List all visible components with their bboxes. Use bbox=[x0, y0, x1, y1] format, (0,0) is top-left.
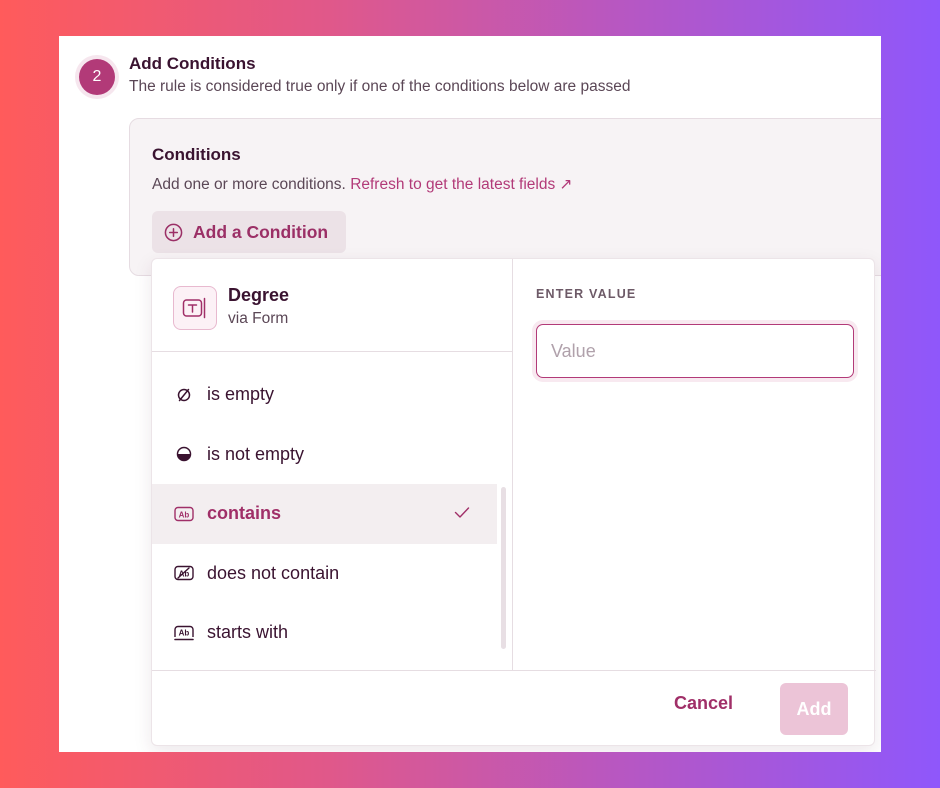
step-subtitle: The rule is considered true only if one … bbox=[129, 78, 631, 95]
operator-label: starts with bbox=[207, 622, 289, 643]
ab-underline-icon: Ab bbox=[174, 623, 194, 643]
empty-set-icon bbox=[174, 385, 194, 405]
operator-pane: Degree via Form is empty is not empty Ab… bbox=[152, 259, 513, 670]
operator-starts-with[interactable]: Ab starts with bbox=[152, 603, 497, 663]
svg-text:Ab: Ab bbox=[179, 628, 190, 637]
add-button[interactable]: Add bbox=[780, 683, 848, 735]
conditions-title: Conditions bbox=[152, 145, 241, 164]
refresh-fields-link[interactable]: Refresh to get the latest fields ↗ bbox=[350, 176, 572, 193]
operator-contains[interactable]: Ab contains bbox=[152, 484, 497, 544]
operator-list: is empty is not empty Ab contains Ab doe… bbox=[152, 365, 497, 663]
step-badge: 2 bbox=[75, 55, 119, 99]
field-header: Degree via Form bbox=[152, 259, 513, 352]
value-input[interactable] bbox=[536, 324, 854, 378]
field-name: Degree bbox=[228, 285, 290, 305]
operator-label: contains bbox=[207, 503, 282, 524]
half-circle-icon bbox=[174, 444, 194, 464]
ab-strikethrough-icon: Ab bbox=[174, 563, 194, 583]
operator-label: is empty bbox=[207, 384, 275, 405]
step-title: Add Conditions bbox=[129, 54, 256, 73]
operator-is-empty[interactable]: is empty bbox=[152, 365, 497, 425]
value-pane: ENTER VALUE bbox=[514, 259, 876, 670]
operator-is-not-empty[interactable]: is not empty bbox=[152, 425, 497, 485]
svg-text:Ab: Ab bbox=[179, 510, 190, 519]
ab-text-icon: Ab bbox=[174, 504, 194, 524]
conditions-description: Add one or more conditions. Refresh to g… bbox=[152, 175, 573, 194]
operator-label: does not contain bbox=[207, 562, 340, 583]
conditions-panel: Conditions Add one or more conditions. R… bbox=[129, 118, 881, 276]
conditions-description-text: Add one or more conditions. bbox=[152, 176, 346, 193]
operator-list-scrollbar[interactable] bbox=[501, 487, 506, 649]
text-field-icon bbox=[173, 286, 217, 330]
popover-footer: Cancel Add bbox=[152, 670, 876, 747]
plus-circle-icon bbox=[164, 223, 183, 241]
value-label: ENTER VALUE bbox=[536, 287, 637, 301]
check-icon bbox=[454, 507, 470, 518]
field-source: via Form bbox=[228, 310, 289, 327]
add-condition-button[interactable]: Add a Condition bbox=[152, 211, 346, 253]
step-number: 2 bbox=[79, 59, 115, 95]
add-condition-label: Add a Condition bbox=[193, 221, 329, 242]
operator-label: is not empty bbox=[207, 443, 305, 464]
rule-card: 2 Add Conditions The rule is considered … bbox=[59, 36, 881, 752]
cancel-button[interactable]: Cancel bbox=[674, 693, 733, 714]
svg-text:Ab: Ab bbox=[179, 570, 190, 579]
operator-does-not-contain[interactable]: Ab does not contain bbox=[152, 544, 497, 604]
condition-popover: Degree via Form is empty is not empty Ab… bbox=[151, 258, 876, 747]
